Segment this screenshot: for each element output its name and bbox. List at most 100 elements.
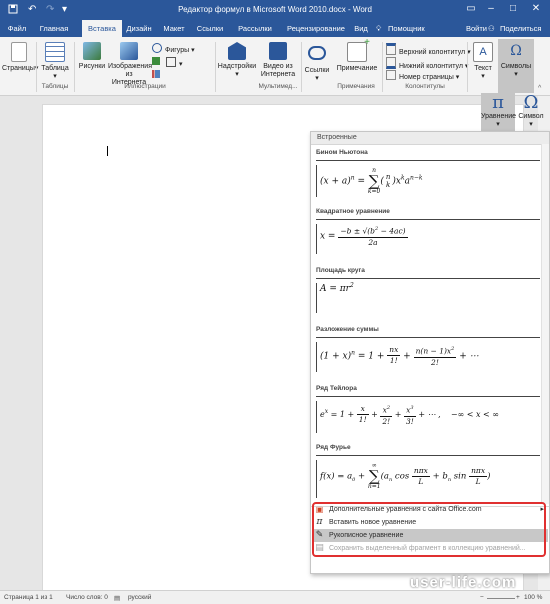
tab-design[interactable]: Дизайн bbox=[124, 20, 154, 37]
group-label-multimedia: Мультимед... bbox=[258, 83, 298, 90]
maximize-icon[interactable]: □ bbox=[503, 3, 523, 14]
equation-circle-area[interactable]: A = πr2 bbox=[316, 278, 540, 317]
omega-icon: Ω bbox=[523, 92, 539, 113]
screenshot-button[interactable]: ▾ bbox=[166, 57, 183, 68]
equation-binomial[interactable]: (x + a)n = n ∑ k=0(n k)xkan−k bbox=[316, 160, 540, 201]
pages-button[interactable]: Страницы▾ bbox=[2, 42, 38, 73]
gallery-header-label: Встроенные bbox=[317, 134, 357, 141]
footer-button[interactable]: Нижний колонтитул ▾ bbox=[386, 57, 468, 70]
online-pictures-label-1: Изображения bbox=[108, 63, 152, 70]
divider bbox=[74, 42, 75, 92]
tab-home[interactable]: Главная bbox=[36, 20, 72, 37]
table-button[interactable]: Таблица ▾ bbox=[40, 42, 70, 81]
minimize-icon[interactable]: – bbox=[481, 3, 501, 14]
group-label-tables: Таблицы bbox=[41, 83, 69, 90]
new-comment-icon: + bbox=[347, 38, 370, 62]
insert-new-equation-item[interactable]: π Вставить новое уравнение bbox=[312, 516, 548, 529]
tab-insert[interactable]: Вставка bbox=[82, 20, 122, 37]
addins-label: Надстройки bbox=[217, 63, 257, 70]
header-label: Верхний колонтитул bbox=[399, 49, 466, 56]
menu-item-label: Вставить новое уравнение bbox=[329, 519, 417, 526]
symbols-button[interactable]: Ω Символы ▾ bbox=[498, 39, 534, 93]
online-video-button[interactable]: Видео из Интернета bbox=[258, 42, 298, 79]
save-selection-item[interactable]: ▤ Сохранить выделенный фрагмент в коллек… bbox=[312, 542, 548, 555]
ink-equation-item[interactable]: ✎ Рукописное уравнение bbox=[312, 529, 548, 542]
tab-mailings[interactable]: Рассылки bbox=[232, 20, 278, 37]
zoom-level[interactable]: 100 % bbox=[524, 594, 542, 601]
divider bbox=[215, 42, 216, 92]
status-bar: Страница 1 из 1 Число слов: 0 ▤ русский … bbox=[0, 590, 550, 604]
equation-label: Уравнение bbox=[481, 113, 517, 120]
pi-icon: π bbox=[316, 517, 323, 527]
pictures-button[interactable]: Рисунки bbox=[76, 42, 108, 71]
lightbulb-icon: 💡︎ bbox=[376, 24, 382, 33]
zoom-in-button[interactable]: + bbox=[516, 594, 520, 601]
restore-ribbon-icon[interactable]: ▭ bbox=[461, 3, 481, 14]
divider bbox=[382, 42, 383, 92]
more-equations-item[interactable]: ▣ Дополнительные уравнения с сайта Offic… bbox=[312, 503, 548, 516]
link-icon bbox=[308, 46, 326, 60]
table-icon bbox=[45, 42, 65, 62]
gallery-header: Встроенные bbox=[311, 132, 549, 145]
shapes-button[interactable]: Фигуры ▾ bbox=[152, 43, 195, 54]
tab-layout[interactable]: Макет bbox=[160, 20, 188, 37]
language-indicator[interactable]: русский bbox=[128, 594, 151, 601]
pi-icon: π bbox=[492, 92, 504, 113]
menu-item-label: Дополнительные уравнения с сайта Office.… bbox=[329, 506, 482, 513]
ribbon: Страницы▾ Таблица▾ Таблицы Рисунки Изобр… bbox=[0, 37, 550, 96]
equation-title: Разложение суммы bbox=[316, 326, 379, 333]
gallery-scrollbar[interactable] bbox=[541, 144, 549, 504]
pages-label: Страницы bbox=[2, 65, 35, 72]
links-label: Ссылки bbox=[304, 67, 330, 74]
online-pictures-icon bbox=[120, 42, 138, 60]
comment-label: Примечание bbox=[336, 65, 378, 72]
equation-sum-expansion[interactable]: (1 + x)n = 1 + nx 1! + n(n − 1)x2 2! + ⋯ bbox=[316, 337, 540, 376]
menu-item-label: Рукописное уравнение bbox=[329, 532, 404, 539]
office-icon: ▣ bbox=[315, 505, 324, 514]
header-button[interactable]: Верхний колонтитул ▾ bbox=[386, 43, 471, 56]
tab-references[interactable]: Ссылки bbox=[194, 20, 226, 37]
links-button[interactable]: Ссылки ▾ bbox=[302, 42, 332, 83]
video-label-2: Интернета bbox=[260, 71, 296, 78]
text-button[interactable]: A Текст ▾ bbox=[469, 42, 497, 81]
table-label: Таблица bbox=[41, 65, 69, 72]
tab-view[interactable]: Вид bbox=[354, 20, 368, 37]
word-count[interactable]: Число слов: 0 bbox=[66, 594, 108, 601]
ink-equation-icon: ✎ bbox=[315, 530, 324, 540]
shapes-label: Фигуры bbox=[165, 47, 190, 54]
close-icon[interactable]: ✕ bbox=[526, 3, 546, 14]
equation-title: Ряд Фурье bbox=[316, 444, 351, 451]
save-selection-icon: ▤ bbox=[315, 543, 324, 553]
shapes-icon bbox=[152, 43, 162, 53]
equation-fourier[interactable]: f(x) = a0 + ∞ ∑ n=1(an cos nπx L + bn sin n… bbox=[316, 455, 540, 502]
comment-button[interactable]: + Примечание bbox=[334, 38, 380, 73]
share-button[interactable]: Поделиться bbox=[500, 20, 541, 37]
equation-title: Квадратное уравнение bbox=[316, 208, 390, 215]
zoom-slider[interactable] bbox=[487, 598, 515, 599]
sign-in-link[interactable]: Войти bbox=[466, 20, 487, 37]
proofing-icon[interactable]: ▤ bbox=[114, 594, 120, 602]
zoom-out-button[interactable]: − bbox=[480, 594, 484, 601]
pictures-icon bbox=[83, 42, 101, 60]
screenshot-icon bbox=[166, 57, 176, 67]
page-count[interactable]: Страница 1 из 1 bbox=[4, 594, 53, 601]
addins-button[interactable]: Надстройки ▾ bbox=[217, 42, 257, 79]
collapse-ribbon-icon[interactable]: ^ bbox=[538, 85, 541, 92]
equation-button[interactable]: π Уравнение ▾ bbox=[481, 92, 517, 131]
omega-icon: Ω bbox=[510, 43, 522, 59]
equation-title: Ряд Тейлора bbox=[316, 385, 357, 392]
equation-menu: ▣ Дополнительные уравнения с сайта Offic… bbox=[312, 502, 548, 558]
tab-review[interactable]: Рецензирование bbox=[284, 20, 348, 37]
page-number-button[interactable]: Номер страницы ▾ bbox=[386, 70, 459, 81]
footer-label: Нижний колонтитул bbox=[399, 63, 463, 70]
tell-me-search[interactable]: Помощник bbox=[388, 20, 425, 37]
chart-button[interactable] bbox=[152, 70, 163, 79]
tab-file[interactable]: Файл bbox=[4, 20, 30, 37]
footer-icon bbox=[386, 57, 396, 69]
smartart-button[interactable] bbox=[152, 57, 163, 66]
online-pictures-button[interactable]: Изображения из Интернета bbox=[108, 42, 152, 87]
equation-quadratic[interactable]: x = −b ± √(b2 − 4ac) 2a bbox=[316, 219, 540, 258]
share-icon: ⚇ bbox=[488, 24, 495, 33]
symbol-button[interactable]: Ω Символ ▾ bbox=[514, 93, 548, 131]
equation-taylor[interactable]: ex = 1 + x 1! + x2 2! + x3 3! + ⋯ , −∞ < x … bbox=[316, 396, 540, 437]
